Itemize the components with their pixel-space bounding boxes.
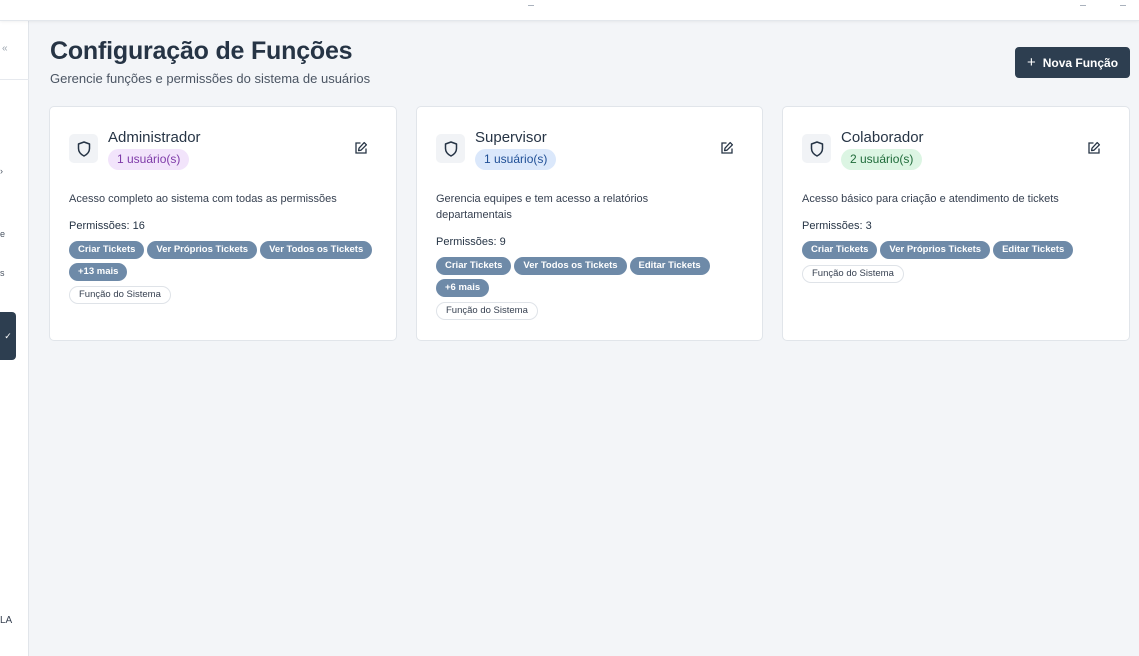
sidebar: « › e s ✓ LA [0,21,29,656]
system-role-badge: Função do Sistema [69,286,171,304]
role-card-supervisor: Supervisor 1 usuário(s) Gerencia equipes… [416,106,763,341]
topbar-icon-fragment[interactable] [528,0,534,6]
page-subtitle: Gerencie funções e permissões do sistema… [50,71,371,86]
edit-icon[interactable] [720,141,734,155]
system-role-badge: Função do Sistema [436,302,538,320]
permission-tag: Criar Tickets [69,241,145,259]
permissions-count: Permissões: 16 [69,220,145,232]
permission-tag: Editar Tickets [629,257,710,275]
permission-tag: Ver Próprios Tickets [880,241,991,259]
permission-tags: Criar Tickets Ver Próprios Tickets Ver T… [69,241,384,281]
topbar-icon-fragment-2[interactable] [1080,0,1086,6]
more-permissions-tag[interactable]: +13 mais [69,263,128,281]
role-name: Administrador [108,129,201,146]
role-card-administrador: Administrador 1 usuário(s) Acesso comple… [49,106,397,341]
permission-tag: Ver Próprios Tickets [147,241,258,259]
permission-tag: Editar Tickets [993,241,1074,259]
permission-tag: Ver Todos os Tickets [514,257,627,275]
check-icon: ✓ [4,330,12,341]
permission-tag: Criar Tickets [436,257,512,275]
permission-tags: Criar Tickets Ver Próprios Tickets Edita… [802,241,1117,259]
sidebar-item-active[interactable]: ✓ [0,312,16,360]
edit-icon[interactable] [1087,141,1101,155]
more-permissions-tag[interactable]: +6 mais [436,279,490,297]
system-role-badge: Função do Sistema [802,265,904,283]
sidebar-item-fragment-3[interactable]: s [0,268,5,278]
permission-tags: Criar Tickets Ver Todos os Tickets Edita… [436,257,726,297]
role-name: Supervisor [475,129,547,146]
shield-icon [802,134,831,163]
role-name: Colaborador [841,129,924,146]
topbar-icon-fragment-3[interactable] [1120,0,1126,6]
user-count-badge: 1 usuário(s) [108,149,190,170]
role-description: Gerencia equipes e tem acesso a relatóri… [436,193,649,221]
plus-icon: + [1026,54,1036,71]
user-name-fragment: LA [0,615,13,626]
user-count-badge: 1 usuário(s) [475,149,557,170]
shield-icon [69,134,98,163]
permissions-count: Permissões: 3 [802,220,872,232]
role-description: Acesso completo ao sistema com todas as … [69,193,337,205]
shield-icon [436,134,465,163]
new-role-button-label: Nova Função [1042,55,1119,70]
edit-icon[interactable] [354,141,368,155]
role-card-colaborador: Colaborador 2 usuário(s) Acesso básico p… [782,106,1130,341]
collapse-sidebar-icon[interactable]: « [2,43,8,54]
sidebar-item-fragment-2[interactable]: e [0,229,5,239]
permission-tag: Ver Todos os Tickets [260,241,373,259]
new-role-button[interactable]: + Nova Função [1015,47,1130,78]
top-bar [0,0,1139,21]
permissions-count: Permissões: 9 [436,236,506,248]
sidebar-item-fragment-1[interactable]: › [0,166,3,176]
role-description: Acesso básico para criação e atendimento… [802,193,1059,205]
sidebar-divider [0,79,29,80]
permission-tag: Criar Tickets [802,241,878,259]
page-title: Configuração de Funções [50,37,353,65]
user-count-badge: 2 usuário(s) [841,149,923,170]
